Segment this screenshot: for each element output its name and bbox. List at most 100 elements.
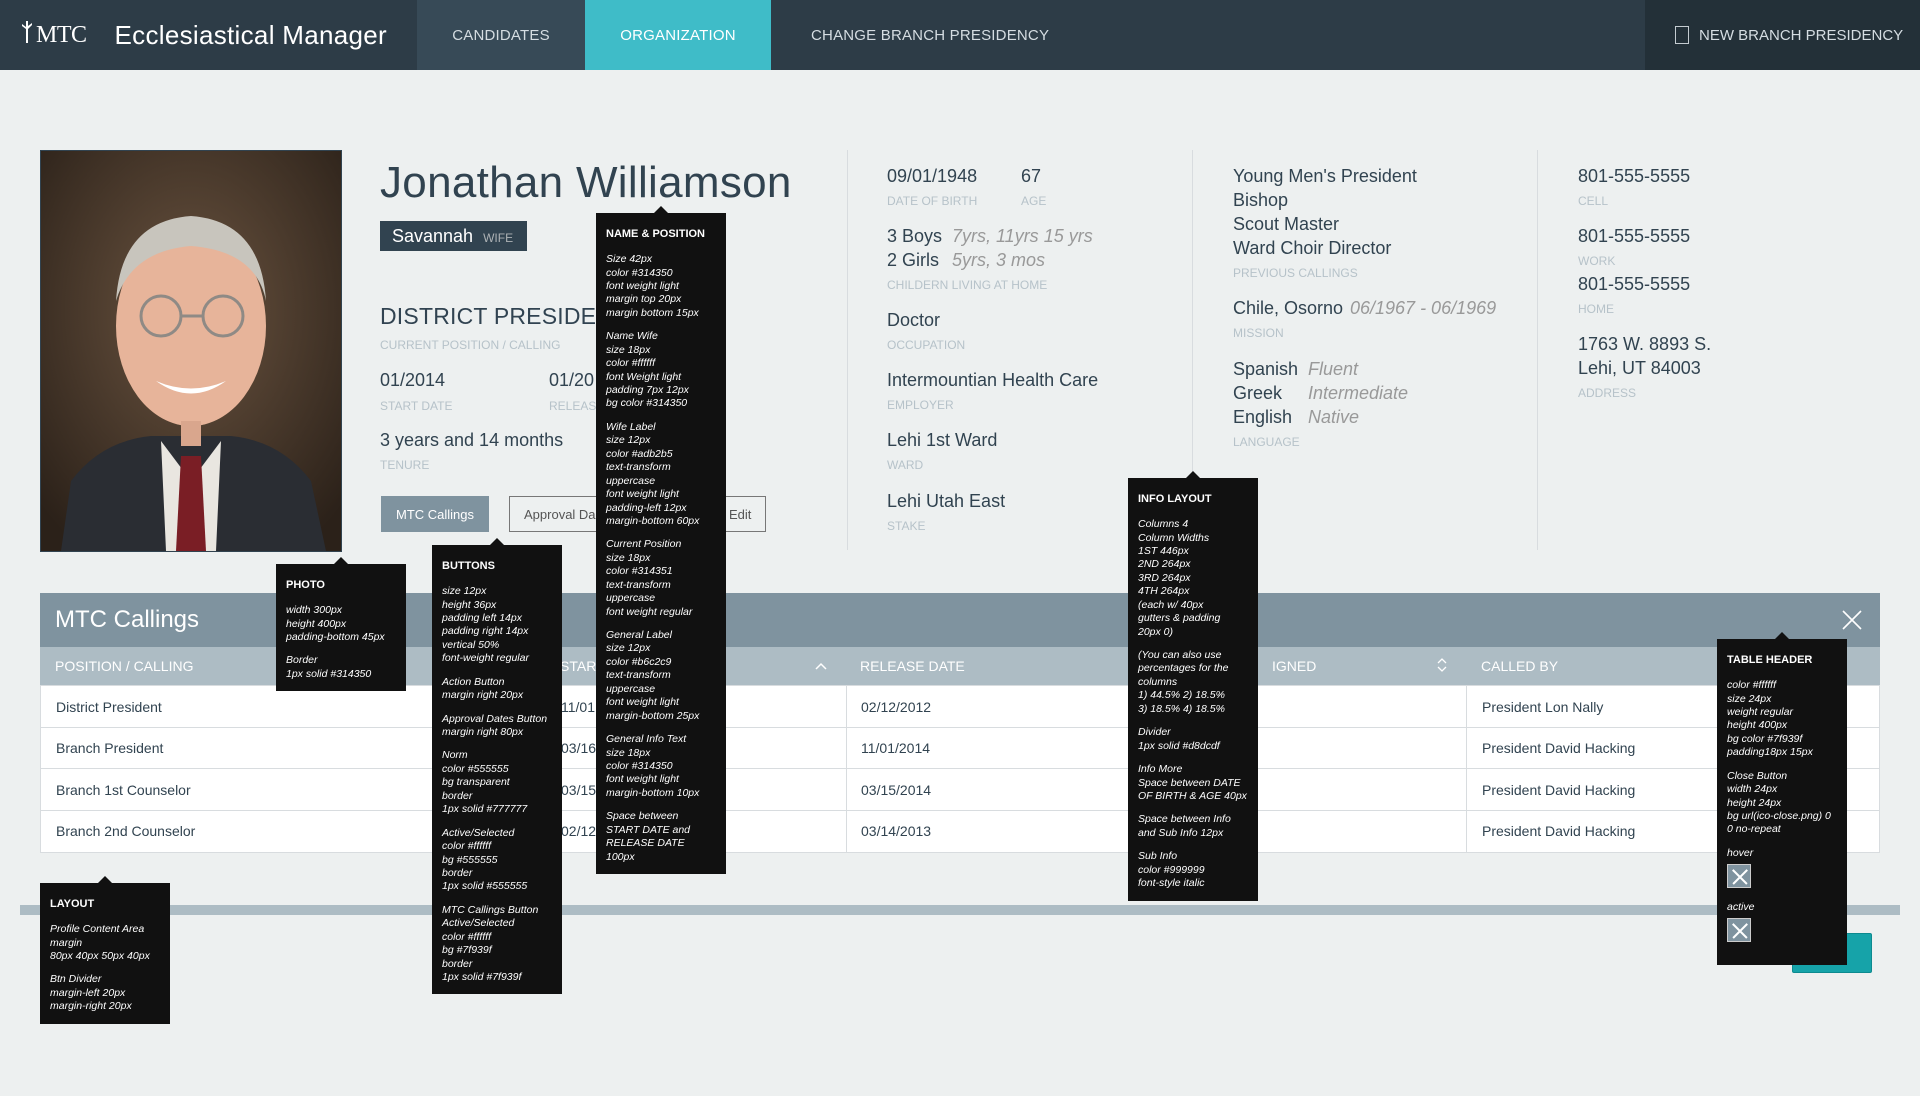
note-line: margin top 20px bbox=[606, 293, 682, 306]
portrait-image bbox=[41, 151, 341, 551]
col-position[interactable]: POSITION / CALLING bbox=[55, 647, 193, 685]
note-line: font weight regular bbox=[606, 605, 693, 618]
language-level: Fluent bbox=[1308, 359, 1359, 379]
cell-start: 03/15 bbox=[561, 781, 597, 798]
note-line: gutters & padding bbox=[1138, 612, 1221, 625]
note-line: (You can also use bbox=[1138, 649, 1222, 662]
cell-position: Branch President bbox=[56, 740, 164, 756]
current-position: DISTRICT PRESIDENT bbox=[380, 303, 628, 329]
previous-calling: Young Men's President bbox=[1233, 166, 1417, 186]
cell-called-by: President David Hacking bbox=[1482, 781, 1636, 798]
note-line: margin-right 20px bbox=[50, 1000, 132, 1013]
note-line: 1px solid #314350 bbox=[286, 667, 372, 680]
work-phone-label: WORK bbox=[1578, 254, 1616, 268]
note-line: 80px 40px 50px 40px bbox=[50, 949, 150, 962]
note-line: border bbox=[442, 957, 473, 970]
table-row[interactable]: Branch 2nd Counselor 02/12 03/14/2013 Pr… bbox=[41, 810, 1879, 852]
wife-name: Savannah bbox=[392, 225, 474, 246]
close-hover-icon bbox=[1727, 864, 1751, 889]
mtc-callings-button[interactable]: MTC Callings bbox=[381, 496, 490, 532]
note-line: color #314350 bbox=[606, 266, 673, 279]
note-line: padding-left 12px bbox=[606, 501, 687, 514]
note-line: bg #555555 bbox=[442, 853, 498, 866]
row-divider bbox=[1466, 686, 1467, 727]
note-line: Sub Info bbox=[1138, 850, 1178, 863]
mtc-logo[interactable]: MTC bbox=[20, 20, 87, 51]
note-line: font weight light bbox=[606, 773, 679, 786]
table-header-spec-note: TABLE HEADER color #ffffff size 24px weigh… bbox=[1717, 632, 1847, 965]
table-row[interactable]: Branch 1st Counselor 03/15 03/15/2014 Pr… bbox=[41, 769, 1879, 811]
cell-position: Branch 1st Counselor bbox=[56, 781, 191, 798]
note-line: Wife Label bbox=[606, 420, 656, 433]
sort-icon[interactable] bbox=[1435, 657, 1449, 676]
note-line: Action Button bbox=[442, 675, 505, 688]
note-line: color #b6c2c9 bbox=[606, 655, 672, 668]
callings-table-title: MTC Callings bbox=[55, 606, 200, 633]
cell-start: 03/16 bbox=[561, 740, 597, 756]
top-nav-bar: MTC Ecclesiastical Manager CANDIDATES OR… bbox=[0, 0, 1920, 70]
col-assigned[interactable]: IGNED bbox=[1272, 647, 1492, 685]
note-line: color #314350 bbox=[606, 759, 673, 772]
name-position-spec-note: NAME & POSITION Size 42px color #314350 fo… bbox=[596, 205, 726, 875]
note-line: Space between bbox=[606, 810, 679, 823]
wife-label: WIFE bbox=[483, 230, 514, 245]
note-line: Norm bbox=[442, 749, 468, 762]
note-line: margin bottom 15px bbox=[606, 306, 699, 319]
app-title: Ecclesiastical Manager bbox=[114, 19, 388, 50]
note-line: Divider bbox=[1138, 726, 1171, 739]
note-line: text-transform bbox=[606, 461, 671, 474]
document-icon bbox=[1675, 26, 1689, 44]
tab-candidates[interactable]: CANDIDATES bbox=[417, 0, 585, 70]
note-line: Current Position bbox=[606, 538, 682, 551]
note-line: margin bbox=[50, 936, 83, 949]
note-line: START DATE and bbox=[606, 823, 691, 836]
sort-up-icon[interactable] bbox=[814, 658, 828, 674]
note-line: Name Wife bbox=[606, 330, 658, 343]
note-line: Approval Dates Button bbox=[442, 712, 548, 725]
close-icon[interactable] bbox=[1840, 608, 1864, 632]
note-line: color #314351 bbox=[606, 565, 673, 578]
ward-label: WARD bbox=[887, 458, 924, 472]
note-line: bg #7f939f bbox=[442, 944, 492, 957]
callings-table-body: District President 11/01 02/12/2012 Pres… bbox=[40, 685, 1880, 853]
language-level: Native bbox=[1308, 407, 1360, 427]
cell-start: 02/12 bbox=[561, 823, 597, 839]
table-row[interactable]: District President 11/01 02/12/2012 Pres… bbox=[41, 686, 1879, 728]
start-date: 01/2014 bbox=[380, 370, 446, 390]
note-line: color #ffffff bbox=[1727, 679, 1777, 692]
children-girls: 2 Girls bbox=[887, 250, 940, 270]
children-boys: 3 Boys bbox=[887, 226, 943, 246]
col-called-by[interactable]: CALLED BY bbox=[1481, 647, 1558, 685]
cell-release: 02/12/2012 bbox=[861, 698, 932, 715]
logo-text: MTC bbox=[36, 21, 87, 48]
note-line: Info More bbox=[1138, 763, 1183, 776]
note-line: weight regular bbox=[1727, 705, 1793, 718]
col-release-date[interactable]: RELEASE DATE bbox=[860, 647, 965, 685]
current-position-label: CURRENT POSITION / CALLING bbox=[380, 338, 561, 352]
note-line: 1px solid #7f939f bbox=[442, 971, 522, 984]
note-line: 1ST 446px bbox=[1138, 544, 1189, 557]
note-line: General Info Text bbox=[606, 733, 687, 746]
note-line: Border bbox=[286, 654, 318, 667]
new-branch-label: NEW BRANCH PRESIDENCY bbox=[1699, 26, 1904, 44]
note-line: size 18px bbox=[606, 746, 651, 759]
col-start-label: STAR bbox=[560, 658, 597, 674]
tab-change-branch-presidency[interactable]: CHANGE BRANCH PRESIDENCY bbox=[771, 0, 1089, 70]
employer-label: EMPLOYER bbox=[887, 398, 954, 412]
note-line: text-transform bbox=[606, 578, 671, 591]
note-line: 4TH 264px bbox=[1138, 585, 1190, 598]
note-line: color #ffffff bbox=[442, 930, 492, 943]
age-label: AGE bbox=[1021, 194, 1047, 208]
note-line: size 18px bbox=[606, 551, 651, 564]
note-line: uppercase bbox=[606, 474, 656, 487]
employer: Intermountian Health Care bbox=[887, 370, 1099, 390]
table-row[interactable]: Branch President 03/16 11/01/2014 Presid… bbox=[41, 727, 1879, 769]
new-branch-presidency-button[interactable]: NEW BRANCH PRESIDENCY bbox=[1645, 0, 1920, 70]
note-line: width 24px bbox=[1727, 783, 1778, 796]
occupation-label: OCCUPATION bbox=[887, 338, 966, 352]
note-line: 1) 44.5% 2) 18.5% bbox=[1138, 689, 1225, 702]
tab-organization[interactable]: ORGANIZATION bbox=[585, 0, 771, 70]
note-line: padding-bottom 45px bbox=[286, 630, 385, 643]
age: 67 bbox=[1021, 166, 1042, 186]
note-line: 1px solid #777777 bbox=[442, 803, 528, 816]
